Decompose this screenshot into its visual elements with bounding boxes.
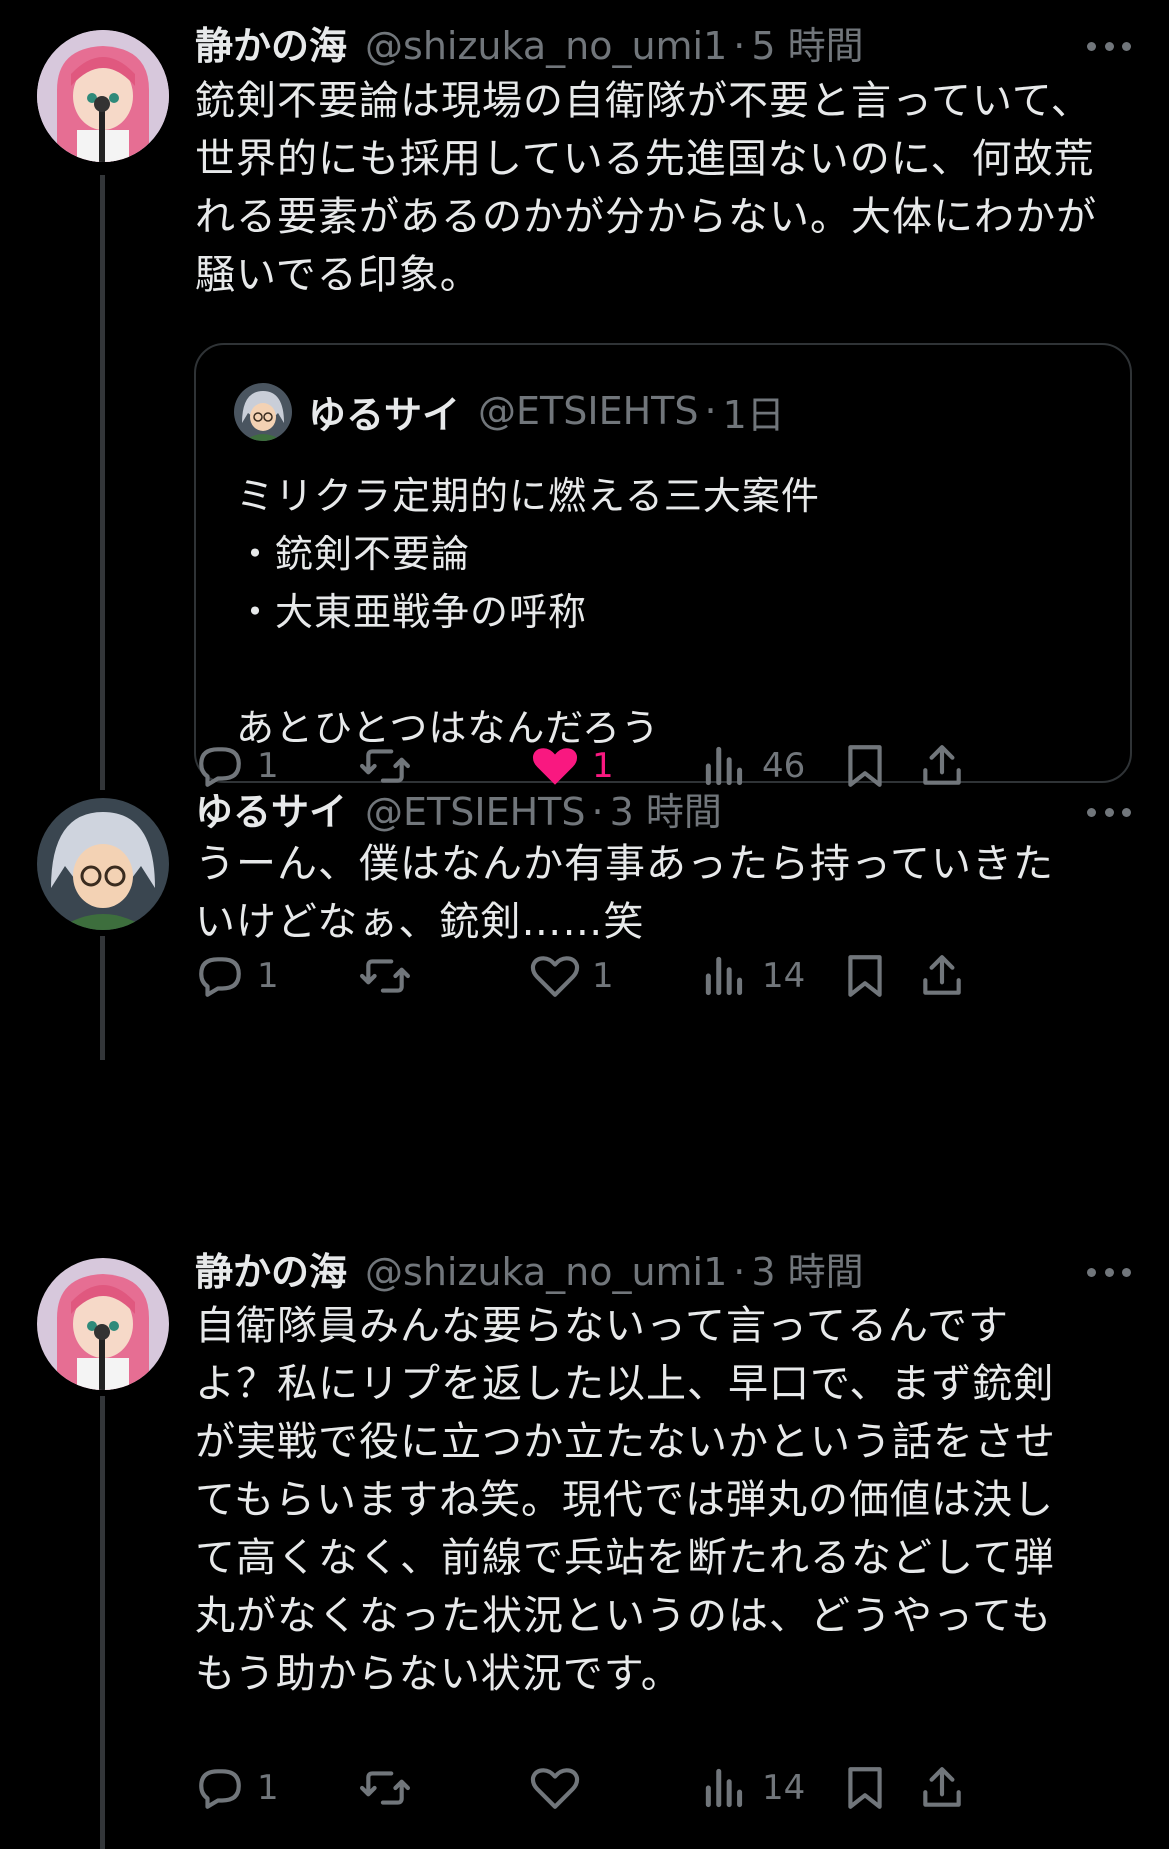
separator-dot: ·: [733, 1250, 746, 1294]
views-count: 14: [762, 956, 806, 996]
share-button[interactable]: [917, 946, 967, 1006]
user-handle[interactable]: @shizuka_no_umi1: [365, 1246, 727, 1298]
timestamp[interactable]: 3 時間: [610, 786, 722, 838]
quote-user-handle[interactable]: @ETSIEHTS: [478, 389, 698, 433]
quote-display-name[interactable]: ゆるサイ: [308, 384, 460, 439]
action-bar: 1 1 14: [195, 946, 1135, 1006]
reply-icon: [199, 957, 241, 997]
reply-button[interactable]: 1: [195, 946, 279, 1006]
tweet[interactable]: 静かの海 @shizuka_no_umi1 · 3 時間 自衛隊員みんな要らない…: [0, 1250, 1169, 1849]
avatar[interactable]: [37, 798, 169, 930]
share-button[interactable]: [917, 1758, 967, 1818]
retweet-icon: [360, 1771, 410, 1805]
quote-avatar: [234, 383, 292, 441]
views-count: 14: [762, 1768, 806, 1808]
heart-icon: [530, 1768, 580, 1809]
reply-count: 1: [257, 1768, 279, 1808]
reply-icon: [199, 747, 241, 787]
tweet-text: 銃剣不要論は現場の自衛隊が不要と言っていて、 世界的にも採用している先進国ないの…: [195, 78, 1097, 298]
user-handle[interactable]: @shizuka_no_umi1: [365, 20, 727, 72]
reply-count: 1: [257, 956, 279, 996]
retweet-button[interactable]: [360, 1758, 422, 1818]
tweet[interactable]: ゆるサイ @ETSIEHTS · 3 時間 うーん、僕はなんか有事あったら持って…: [0, 790, 1169, 1060]
tweet-text: 自衛隊員みんな要らないって言ってるんです よ？私にリプを返した以上、早口で、まず…: [195, 1303, 1056, 1697]
share-icon: [923, 1767, 961, 1807]
views-icon: [705, 746, 743, 786]
retweet-icon: [360, 959, 410, 993]
views-count: 46: [762, 746, 806, 786]
heart-filled-icon: [532, 748, 578, 785]
timestamp[interactable]: 3 時間: [751, 1246, 863, 1298]
more-options-icon[interactable]: [1087, 806, 1131, 818]
tweet-text: うーん、僕はなんか有事あったら持っていきた いけどなぁ、銃剣……笑: [195, 841, 1054, 945]
like-count: 1: [592, 956, 614, 996]
user-handle[interactable]: @ETSIEHTS: [365, 786, 585, 838]
reply-count: 1: [257, 746, 279, 786]
action-bar: 1 14: [195, 1758, 1135, 1818]
quote-timestamp[interactable]: 1日: [723, 384, 785, 439]
share-icon: [923, 745, 961, 785]
retweet-icon: [360, 749, 410, 783]
tweet-header: 静かの海 @shizuka_no_umi1 · 5 時間: [195, 20, 1129, 72]
separator-dot: ·: [733, 24, 746, 68]
display-name[interactable]: 静かの海: [195, 20, 347, 72]
display-name[interactable]: ゆるサイ: [195, 786, 347, 838]
like-button[interactable]: 1: [530, 946, 614, 1006]
views-button[interactable]: 14: [700, 946, 805, 1006]
more-options-icon[interactable]: [1087, 1266, 1131, 1278]
more-options-icon[interactable]: [1087, 40, 1131, 52]
tweet[interactable]: 静かの海 @shizuka_no_umi1 · 5 時間 銃剣不要論は現場の自衛…: [0, 0, 1169, 790]
views-button[interactable]: 14: [700, 1758, 805, 1818]
reply-icon: [199, 1769, 241, 1809]
avatar[interactable]: [37, 1258, 169, 1390]
like-button[interactable]: [530, 1758, 592, 1818]
share-icon: [923, 955, 961, 995]
tweet-header: ゆるサイ @ETSIEHTS · 3 時間: [195, 786, 1129, 838]
quote-header: ゆるサイ @ETSIEHTS · 1日: [308, 381, 785, 441]
timestamp[interactable]: 5 時間: [751, 20, 863, 72]
bookmark-icon: [848, 955, 882, 997]
avatar[interactable]: [37, 30, 169, 162]
quote-tweet[interactable]: ゆるサイ @ETSIEHTS · 1日 ミリクラ定期的に燃える三大案件 ・銃剣不…: [194, 343, 1132, 783]
display-name[interactable]: 静かの海: [195, 1246, 347, 1298]
heart-icon: [530, 956, 580, 997]
bookmark-icon: [848, 745, 882, 787]
thread-line: [100, 936, 105, 1060]
bookmark-button[interactable]: [840, 946, 890, 1006]
tweet-header: 静かの海 @shizuka_no_umi1 · 3 時間: [195, 1246, 1129, 1298]
thread-line: [100, 1396, 105, 1849]
retweet-button[interactable]: [360, 946, 422, 1006]
views-icon: [705, 956, 743, 996]
like-count: 1: [592, 746, 614, 786]
quote-separator-dot: ·: [704, 389, 717, 433]
views-icon: [705, 1768, 743, 1808]
quote-text: ミリクラ定期的に燃える三大案件 ・銃剣不要論 ・大東亜戦争の呼称 あとひとつはな…: [236, 474, 820, 750]
bookmark-icon: [848, 1767, 882, 1809]
bookmark-button[interactable]: [840, 1758, 890, 1818]
thread-line: [100, 175, 105, 790]
reply-button[interactable]: 1: [195, 1758, 279, 1818]
separator-dot: ·: [591, 790, 604, 834]
